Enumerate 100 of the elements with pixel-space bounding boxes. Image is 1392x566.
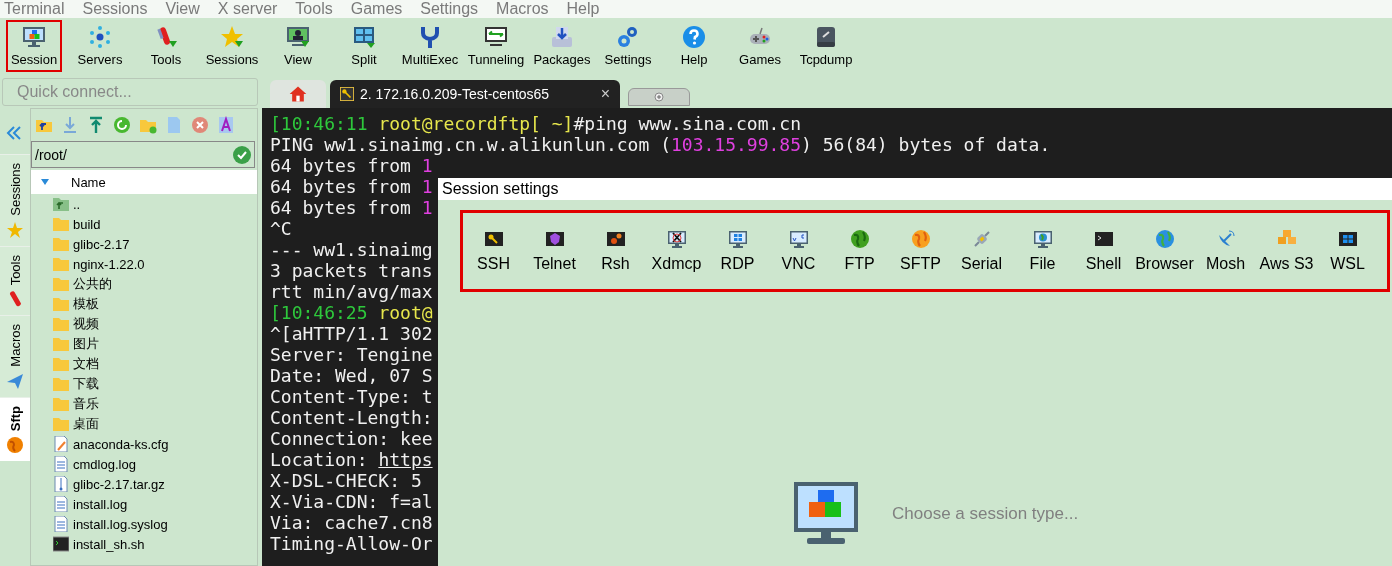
toolbar-button[interactable]: Tools xyxy=(138,20,194,72)
folder-icon xyxy=(53,256,69,272)
checkmark-icon[interactable] xyxy=(233,145,251,164)
monitor-icon xyxy=(286,25,310,49)
toolbar-button[interactable]: Tunneling xyxy=(468,20,524,72)
terminal-line: X-DSL-CHECK: 5 xyxy=(270,470,422,491)
terminal-line: Location: https xyxy=(270,449,433,470)
toolbar-button[interactable]: View xyxy=(270,20,326,72)
toolbar-button[interactable]: Split xyxy=(336,20,392,72)
file-row[interactable]: nginx-1.22.0 xyxy=(31,254,257,274)
double-chevron-icon[interactable] xyxy=(5,124,23,142)
text-icon[interactable] xyxy=(217,116,235,134)
upload-icon[interactable] xyxy=(87,116,105,134)
paper-plane-icon xyxy=(7,372,23,389)
session-type-button[interactable]: File xyxy=(1012,229,1073,273)
session-type-button[interactable]: Xdmcp xyxy=(646,229,707,273)
file-row[interactable]: 桌面 xyxy=(31,414,257,434)
terminal-line: 64 bytes from 1 xyxy=(270,176,433,197)
toolbar-button[interactable]: Help xyxy=(666,20,722,72)
toolbar-button[interactable]: MultiExec xyxy=(402,20,458,72)
home-tab[interactable] xyxy=(270,80,326,108)
new-tab-button[interactable] xyxy=(628,88,690,106)
key-icon xyxy=(340,87,354,101)
terminal-line: Via: cache7.cn8 xyxy=(270,512,433,533)
file-row[interactable]: install.log xyxy=(31,494,257,514)
session-type-button[interactable]: Telnet xyxy=(524,229,585,273)
toolbar-button[interactable]: Servers xyxy=(72,20,128,72)
menu-item[interactable]: Tools xyxy=(295,0,333,18)
session-type-button[interactable]: Browser xyxy=(1134,229,1195,273)
toolbar-button[interactable]: Packages xyxy=(534,20,590,72)
file-row[interactable]: 模板 xyxy=(31,294,257,314)
toolbar-button[interactable]: Settings xyxy=(600,20,656,72)
session-type-button[interactable]: WSL xyxy=(1317,229,1378,273)
house-icon xyxy=(288,84,308,104)
file-row[interactable]: glibc-2.17 xyxy=(31,234,257,254)
toolbar-button[interactable]: Session xyxy=(6,20,62,72)
toolbar-button[interactable]: Sessions xyxy=(204,20,260,72)
side-tab[interactable]: Sftp xyxy=(0,396,30,461)
file-row[interactable]: install_sh.sh xyxy=(31,534,257,554)
side-tab[interactable]: Tools xyxy=(0,245,30,316)
session-type-button[interactable]: Aws S3 xyxy=(1256,229,1317,273)
terminal-line: 64 bytes from 1 xyxy=(270,155,433,176)
document-icon xyxy=(53,496,69,512)
file-row[interactable]: glibc-2.17.tar.gz xyxy=(31,474,257,494)
session-type-button[interactable]: RDP xyxy=(707,229,768,273)
monitor-icon xyxy=(666,229,687,249)
settings-icon xyxy=(616,25,640,49)
dots-icon xyxy=(88,25,112,49)
file-row[interactable]: install.log.syslog xyxy=(31,514,257,534)
windows-icon xyxy=(1337,229,1358,249)
file-row[interactable]: .. xyxy=(31,194,257,214)
monitor-icon xyxy=(727,229,748,249)
toolbar-button[interactable]: Games xyxy=(732,20,788,72)
path-field[interactable]: /root/ xyxy=(31,141,255,168)
sort-arrow-icon[interactable] xyxy=(41,179,49,185)
file-row[interactable]: cmdlog.log xyxy=(31,454,257,474)
monitor-icon xyxy=(794,482,860,546)
terminal-line: Server: Tengine xyxy=(270,344,433,365)
session-tab[interactable]: 2. 172.16.0.209-Test-centos65 × xyxy=(330,80,620,108)
session-type-button[interactable]: SFTP xyxy=(890,229,951,273)
download-icon[interactable] xyxy=(61,116,79,134)
menu-item[interactable]: Games xyxy=(350,0,403,18)
close-icon[interactable]: × xyxy=(600,85,610,103)
file-row[interactable]: build xyxy=(31,214,257,234)
file-row[interactable]: anaconda-ks.cfg xyxy=(31,434,257,454)
folder-icon xyxy=(53,276,69,292)
side-tab[interactable]: Macros xyxy=(0,315,30,397)
refresh-icon[interactable] xyxy=(113,116,131,134)
side-tab[interactable]: Sessions xyxy=(0,154,30,246)
session-type-button[interactable]: Shell xyxy=(1073,229,1134,273)
terminal-line: 3 packets trans xyxy=(270,260,433,281)
session-type-button[interactable]: VNC xyxy=(768,229,829,273)
file-row[interactable]: 下载 xyxy=(31,374,257,394)
menu-item[interactable]: Sessions xyxy=(82,0,148,18)
terminal-icon xyxy=(1093,229,1114,249)
column-header[interactable]: Name xyxy=(71,174,106,190)
session-type-button[interactable]: Serial xyxy=(951,229,1012,273)
toolbar-button[interactable]: Tcpdump xyxy=(798,20,854,72)
menu-item[interactable]: View xyxy=(165,0,200,18)
file-row[interactable]: 公共的 xyxy=(31,274,257,294)
delete-icon[interactable] xyxy=(191,116,209,134)
menu-item[interactable]: Terminal xyxy=(4,0,65,18)
download-icon xyxy=(550,25,574,49)
file-row[interactable]: 音乐 xyxy=(31,394,257,414)
menu-item[interactable]: Macros xyxy=(496,0,549,18)
file-row[interactable]: 图片 xyxy=(31,334,257,354)
menu-item[interactable]: Help xyxy=(566,0,600,18)
globe-icon xyxy=(849,229,870,249)
folder-icon xyxy=(53,396,69,412)
file-row[interactable]: 视频 xyxy=(31,314,257,334)
menu-item[interactable]: X server xyxy=(217,0,278,18)
folder-icon xyxy=(53,416,69,432)
quick-connect-field[interactable]: Quick connect... xyxy=(2,78,258,106)
session-type-button[interactable]: Rsh xyxy=(585,229,646,273)
menu-item[interactable]: Settings xyxy=(420,0,479,18)
session-type-button[interactable]: SSH xyxy=(463,229,524,273)
folder-icon xyxy=(53,236,69,252)
session-type-button[interactable]: Mosh xyxy=(1195,229,1256,273)
file-row[interactable]: 文档 xyxy=(31,354,257,374)
session-type-button[interactable]: FTP xyxy=(829,229,890,273)
